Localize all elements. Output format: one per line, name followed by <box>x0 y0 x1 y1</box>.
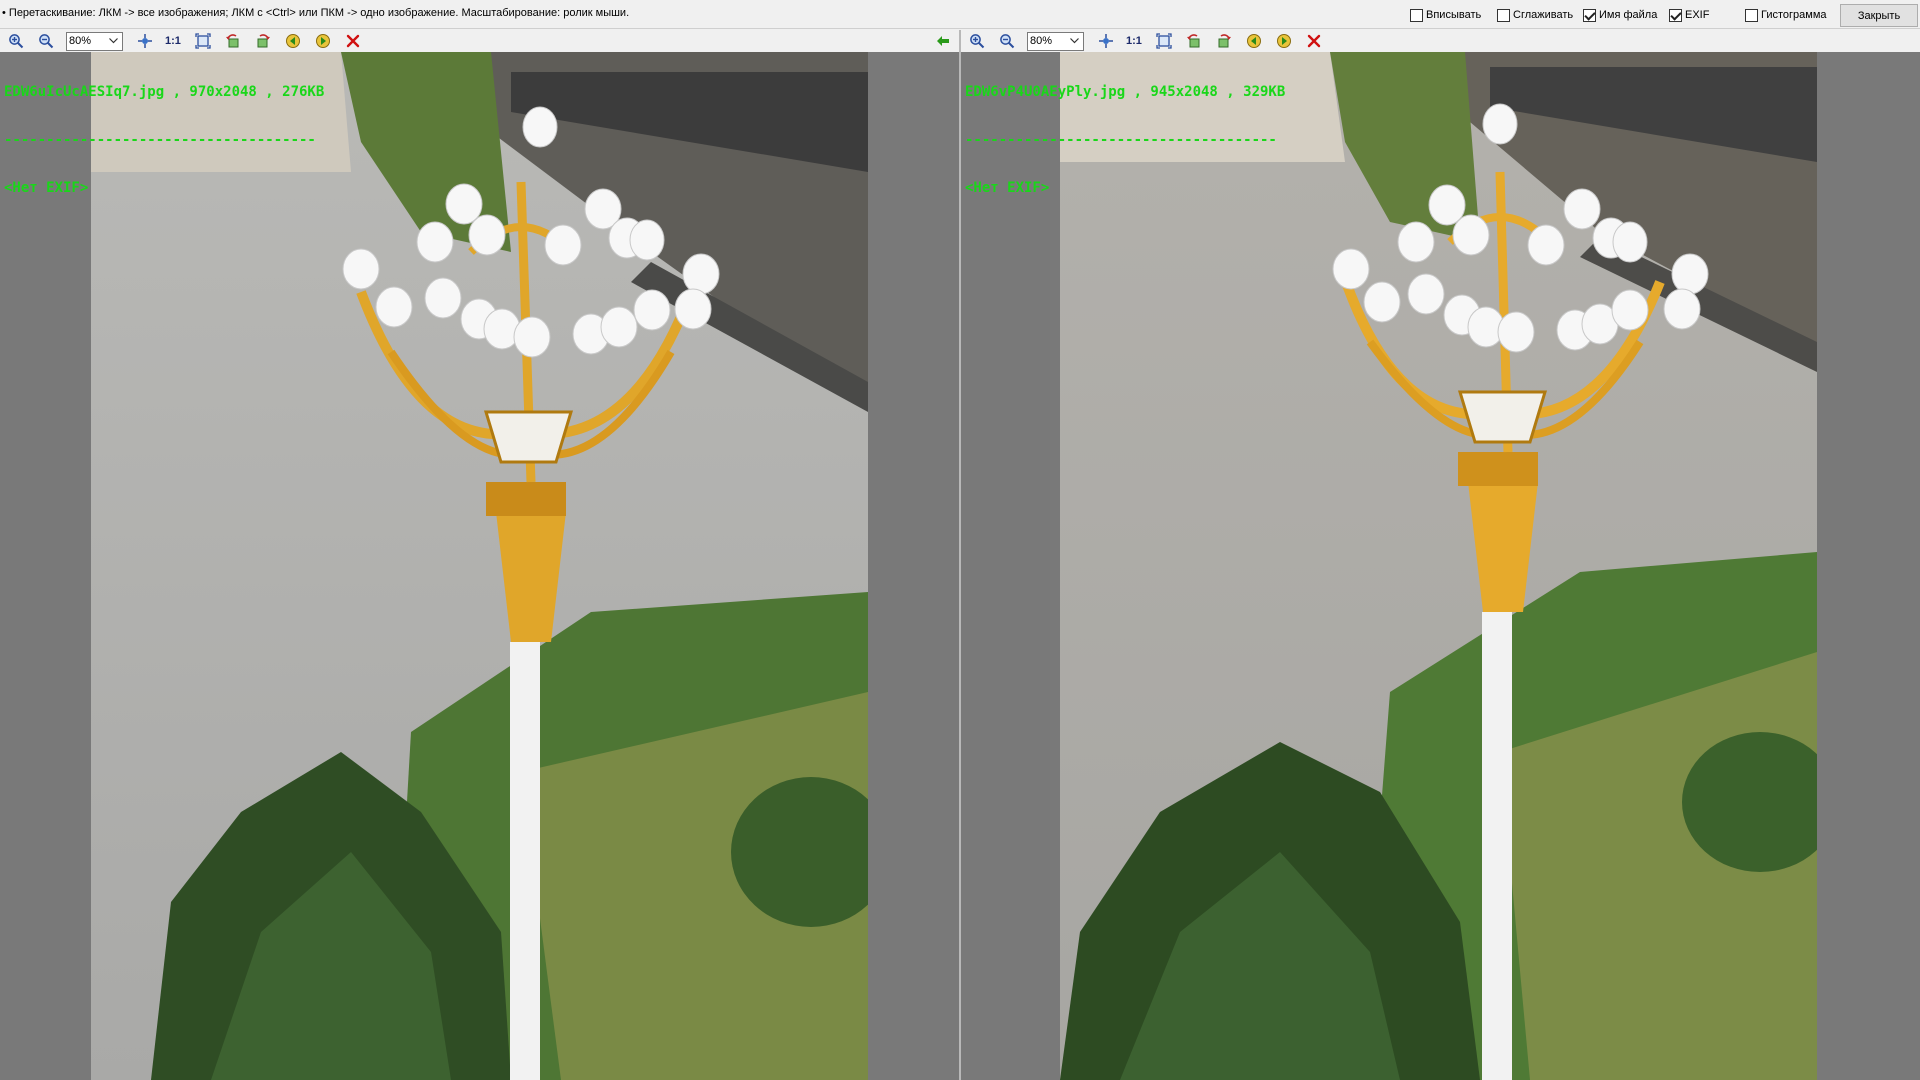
left-zoom-select[interactable]: 80% <box>66 31 123 51</box>
smooth-option[interactable]: Сглаживать <box>1497 7 1573 23</box>
exif-checkbox[interactable] <box>1669 8 1682 22</box>
right-photo <box>1060 52 1817 1080</box>
fullscreen-icon[interactable] <box>193 31 213 51</box>
chevron-down-icon <box>1068 35 1081 48</box>
filename-option[interactable]: Имя файла <box>1583 7 1657 23</box>
fit-icon[interactable] <box>1096 31 1116 51</box>
next-image-icon[interactable] <box>1274 31 1294 51</box>
fit-option[interactable]: Вписывать <box>1410 7 1481 23</box>
right-zoom-select[interactable]: 80% <box>1027 31 1084 51</box>
prev-image-icon[interactable] <box>1244 31 1264 51</box>
histogram-label: Гистограмма <box>1761 9 1827 21</box>
right-image-viewport[interactable]: EDW6vP4U0AEyPly.jpg , 945x2048 , 329KB -… <box>961 52 1920 1080</box>
prev-image-icon[interactable] <box>283 31 303 51</box>
close-image-icon[interactable] <box>343 31 363 51</box>
exif-option[interactable]: EXIF <box>1669 7 1709 23</box>
right-image-pane: 80% 1:1 EDW6vP4U0AEyPly.jpg , 945x2048 ,… <box>961 30 1920 1080</box>
actual-size-button[interactable]: 1:1 <box>165 35 181 47</box>
left-zoom-value: 80% <box>69 35 92 47</box>
zoom-out-icon[interactable] <box>997 31 1017 51</box>
exif-label: EXIF <box>1685 9 1710 21</box>
actual-size-button[interactable]: 1:1 <box>1126 35 1142 47</box>
rotate-right-icon[interactable] <box>1214 31 1234 51</box>
filename-label: Имя файла <box>1599 9 1658 21</box>
right-toolbar: 80% 1:1 <box>961 30 1920 52</box>
right-zoom-value: 80% <box>1030 35 1053 47</box>
chevron-down-icon <box>107 35 120 48</box>
zoom-in-icon[interactable] <box>967 31 987 51</box>
fullscreen-icon[interactable] <box>1154 31 1174 51</box>
zoom-out-icon[interactable] <box>36 31 56 51</box>
left-image-viewport[interactable]: EDW6uIcUcAESIq7.jpg , 970x2048 , 276KB -… <box>0 52 959 1080</box>
rotate-left-icon[interactable] <box>223 31 243 51</box>
left-toolbar: 80% 1:1 <box>0 30 959 52</box>
top-options-bar: • Перетаскивание: ЛКМ -> все изображения… <box>0 0 1920 29</box>
usage-hint: • Перетаскивание: ЛКМ -> все изображения… <box>2 7 630 19</box>
sync-arrow-icon[interactable] <box>933 32 953 50</box>
histogram-checkbox[interactable] <box>1745 8 1758 22</box>
histogram-option[interactable]: Гистограмма <box>1745 7 1827 23</box>
next-image-icon[interactable] <box>313 31 333 51</box>
image-compare-window: • Перетаскивание: ЛКМ -> все изображения… <box>0 0 1920 1080</box>
rotate-left-icon[interactable] <box>1184 31 1204 51</box>
close-image-icon[interactable] <box>1304 31 1324 51</box>
fit-icon[interactable] <box>135 31 155 51</box>
smooth-label: Сглаживать <box>1513 9 1574 21</box>
left-image-pane: 80% 1:1 EDW6uIcUcAESIq7.jpg , 970x2048 ,… <box>0 30 959 1080</box>
close-button[interactable]: Закрыть <box>1840 4 1918 27</box>
fit-label: Вписывать <box>1426 9 1482 21</box>
filename-checkbox[interactable] <box>1583 8 1596 22</box>
fit-checkbox[interactable] <box>1410 8 1423 22</box>
rotate-right-icon[interactable] <box>253 31 273 51</box>
left-photo <box>91 52 868 1080</box>
smooth-checkbox[interactable] <box>1497 8 1510 22</box>
zoom-in-icon[interactable] <box>6 31 26 51</box>
